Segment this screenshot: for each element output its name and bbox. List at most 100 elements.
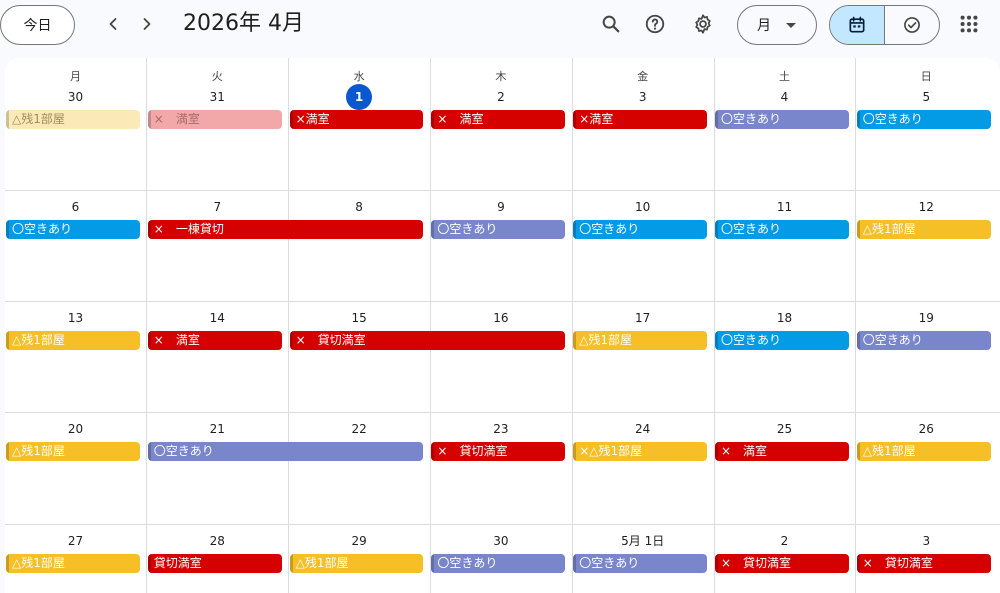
event-chip[interactable]: 〇空きあり: [856, 110, 991, 129]
event-title: 〇空きあり: [579, 556, 640, 570]
day-number-label: 26: [918, 422, 934, 436]
event-color-bar: [715, 442, 718, 461]
event-title: △残1部屋: [862, 444, 916, 458]
event-chip[interactable]: △残1部屋: [6, 554, 140, 573]
event-chip[interactable]: △残1部屋: [289, 554, 424, 573]
day-number[interactable]: 3: [572, 87, 713, 107]
event-chip[interactable]: × 一棟貸切: [147, 220, 424, 239]
day-number[interactable]: 26: [856, 419, 997, 439]
apps-button[interactable]: [955, 10, 983, 38]
event-title: △残1部屋: [295, 556, 349, 570]
event-chip[interactable]: △残1部屋: [6, 110, 140, 129]
day-number[interactable]: 29: [289, 531, 430, 551]
event-chip[interactable]: 〇空きあり: [431, 220, 566, 239]
day-number[interactable]: 31: [147, 87, 288, 107]
day-number[interactable]: 12: [856, 197, 997, 217]
day-number[interactable]: 5月 1日: [572, 531, 713, 551]
day-number-label: 25: [776, 422, 793, 436]
event-chip[interactable]: 〇空きあり: [715, 331, 849, 350]
day-number[interactable]: 28: [147, 531, 288, 551]
day-number[interactable]: 7: [147, 197, 288, 217]
settings-button[interactable]: [685, 6, 721, 42]
event-title: × 満室: [437, 112, 484, 126]
event-chip[interactable]: 〇空きあり: [715, 220, 849, 239]
event-chip[interactable]: × 満室: [431, 110, 566, 129]
day-number[interactable]: 30: [5, 87, 146, 107]
search-button[interactable]: [593, 6, 629, 42]
event-chip[interactable]: 〇空きあり: [856, 331, 991, 350]
event-chip[interactable]: × 貸切満室: [856, 554, 991, 573]
event-chip[interactable]: × 貸切満室: [715, 554, 849, 573]
prev-month-button[interactable]: [95, 6, 131, 42]
event-chip[interactable]: ×△残1部屋: [573, 442, 707, 461]
event-color-bar: [6, 331, 9, 350]
day-number[interactable]: 23: [430, 419, 571, 439]
event-chip[interactable]: × 貸切満室: [431, 442, 566, 461]
event-chip[interactable]: 〇空きあり: [147, 442, 424, 461]
day-number[interactable]: 19: [856, 308, 997, 328]
event-chip[interactable]: 貸切満室: [147, 554, 282, 573]
event-title: △残1部屋: [12, 556, 65, 570]
event-chip[interactable]: 〇空きあり: [573, 554, 707, 573]
day-number-label: 21: [209, 422, 225, 436]
day-number-label: 29: [351, 534, 367, 548]
day-number[interactable]: 5: [856, 87, 997, 107]
day-number[interactable]: 18: [714, 308, 855, 328]
next-month-button[interactable]: [129, 6, 165, 42]
day-number-label: 30: [67, 90, 84, 104]
day-number[interactable]: 13: [5, 308, 146, 328]
day-number[interactable]: 30: [430, 531, 571, 551]
event-chip[interactable]: 〇空きあり: [6, 220, 140, 239]
day-number[interactable]: 15: [289, 308, 430, 328]
event-title: × 満室: [721, 444, 768, 458]
day-number-label: 28: [209, 534, 225, 548]
event-chip[interactable]: △残1部屋: [6, 331, 140, 350]
event-chip[interactable]: ×満室: [289, 110, 424, 129]
day-number[interactable]: 14: [147, 308, 288, 328]
event-chip[interactable]: △残1部屋: [856, 442, 991, 461]
day-number[interactable]: 20: [5, 419, 146, 439]
view-select[interactable]: 月: [737, 5, 817, 45]
day-number[interactable]: 17: [572, 308, 713, 328]
day-number[interactable]: 11: [714, 197, 855, 217]
event-chip[interactable]: ×満室: [573, 110, 707, 129]
calendar-view-button[interactable]: [830, 6, 885, 44]
day-number-label: 3: [638, 90, 647, 104]
day-number[interactable]: 2: [714, 531, 855, 551]
event-color-bar: [856, 331, 860, 350]
event-chip[interactable]: × 貸切満室: [289, 331, 566, 350]
day-number[interactable]: 25: [714, 419, 855, 439]
day-number[interactable]: 10: [572, 197, 713, 217]
day-number[interactable]: 3: [856, 531, 997, 551]
day-number[interactable]: 24: [572, 419, 713, 439]
view-toggle: [829, 5, 940, 45]
day-number-label: 10: [635, 200, 651, 214]
day-number[interactable]: 1: [289, 84, 430, 110]
event-chip[interactable]: △残1部屋: [856, 220, 991, 239]
event-chip[interactable]: × 満室: [147, 110, 282, 129]
day-number[interactable]: 2: [430, 87, 571, 107]
day-number[interactable]: 27: [5, 531, 146, 551]
event-chip[interactable]: △残1部屋: [573, 331, 707, 350]
event-chip[interactable]: 〇空きあり: [573, 220, 707, 239]
event-chip[interactable]: × 満室: [147, 331, 282, 350]
event-chip[interactable]: △残1部屋: [6, 442, 140, 461]
day-number[interactable]: 4: [714, 87, 855, 107]
help-button[interactable]: [637, 6, 673, 42]
month-grid: 月火水木金土日 30 31 1 2 3 4 5 △残1部屋 × 満室 ×満室 × 満室 ×満室 〇空きあり…: [5, 58, 1000, 593]
day-number[interactable]: 16: [430, 308, 571, 328]
day-number[interactable]: 22: [289, 419, 430, 439]
day-number[interactable]: 6: [5, 197, 146, 217]
today-button[interactable]: 今日: [0, 5, 75, 45]
row-divider: [5, 190, 1000, 191]
day-number-label: 3: [922, 534, 931, 548]
day-number[interactable]: 8: [289, 197, 430, 217]
event-chip[interactable]: 〇空きあり: [431, 554, 566, 573]
event-chip[interactable]: × 満室: [715, 442, 849, 461]
event-chip[interactable]: 〇空きあり: [715, 110, 849, 129]
day-number[interactable]: 9: [430, 197, 571, 217]
event-color-bar: [147, 331, 151, 350]
tasks-view-button[interactable]: [885, 6, 940, 44]
day-number-label: 5: [922, 90, 931, 104]
day-number[interactable]: 21: [147, 419, 288, 439]
